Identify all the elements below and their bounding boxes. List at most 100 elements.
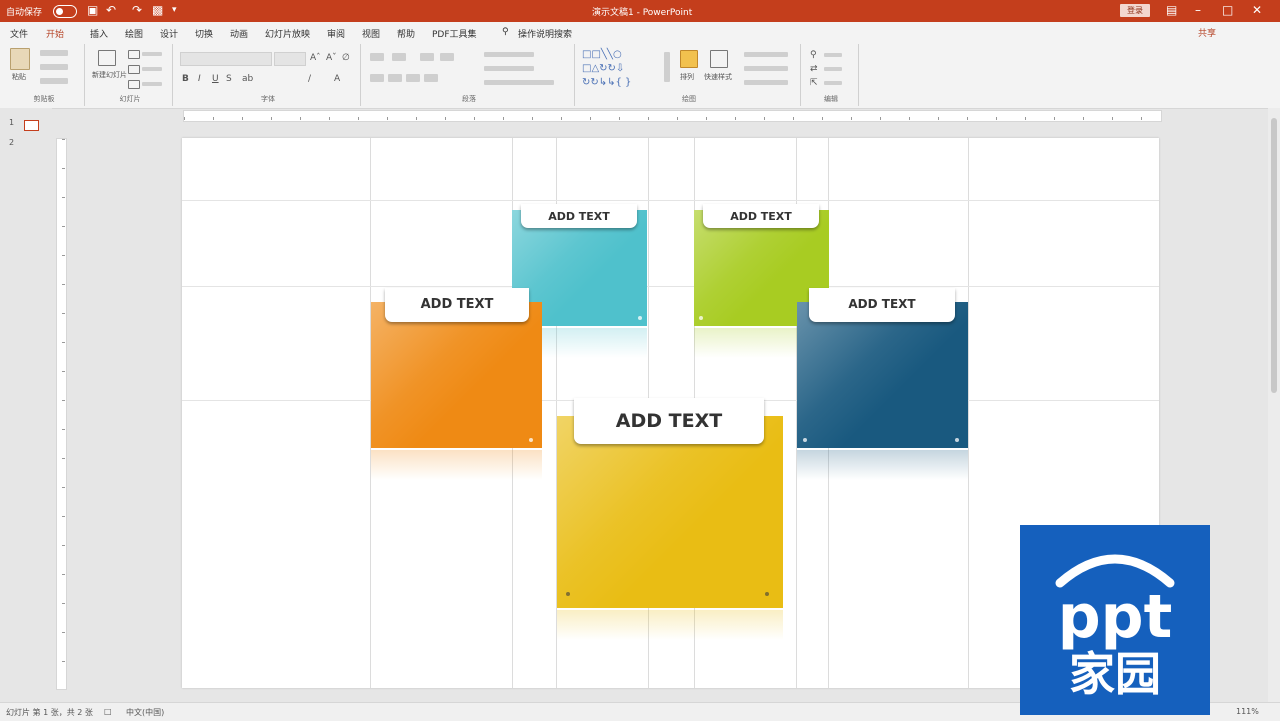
reset-icon[interactable] — [128, 65, 140, 74]
layout-label — [142, 52, 162, 56]
copy-icon[interactable] — [40, 64, 68, 70]
minimize-icon[interactable]: – — [1195, 3, 1201, 17]
tab-transitions[interactable]: 切换 — [195, 27, 213, 40]
tab-draw[interactable]: 绘图 — [125, 27, 143, 40]
vertical-scrollbar[interactable] — [1268, 108, 1280, 702]
highlight-icon[interactable]: ∕ — [308, 74, 311, 84]
thumbnail-number: 1 — [9, 118, 15, 127]
strikethrough-icon[interactable]: ab — [242, 74, 253, 84]
yellow-card-title[interactable]: ADD TEXT — [574, 398, 764, 444]
navy-card-title[interactable]: ADD TEXT — [809, 288, 955, 322]
tab-slideshow[interactable]: 幻灯片放映 — [265, 27, 310, 40]
scrollbar-thumb[interactable] — [1271, 118, 1277, 393]
ribbon-tabs: 文件 开始 插入 绘图 设计 切换 动画 幻灯片放映 审阅 视图 帮助 PDF工… — [0, 22, 1280, 44]
tell-me-search[interactable]: 操作说明搜索 — [518, 27, 572, 40]
undo-icon[interactable]: ↶ — [106, 4, 116, 16]
font-size-select[interactable] — [274, 52, 306, 66]
format-painter-icon[interactable] — [40, 78, 68, 84]
select-icon[interactable]: ⇱ — [810, 78, 818, 88]
section-icon[interactable] — [128, 80, 140, 89]
shapes-gallery-icon[interactable]: □□╲╲○ — [582, 50, 622, 60]
drawing-group-label: 绘图 — [682, 95, 696, 103]
tab-design[interactable]: 设计 — [160, 27, 178, 40]
share-button[interactable]: 共享 — [1198, 26, 1216, 39]
signin-button[interactable]: 登录 — [1120, 4, 1150, 17]
justify-icon[interactable] — [424, 74, 438, 82]
card-rivet — [566, 592, 570, 596]
shape-fill-button[interactable] — [744, 52, 788, 57]
bullets-icon[interactable] — [370, 53, 384, 61]
slide-counter: 幻灯片 第 1 张，共 2 张 — [6, 708, 93, 717]
slide-canvas[interactable]: ADD TEXT ADD TEXT ADD TEXT ADD TEXT ADD … — [182, 138, 1159, 688]
shape-effects-button[interactable] — [744, 80, 788, 85]
maximize-icon[interactable]: □ — [1222, 3, 1233, 17]
align-left-icon[interactable] — [370, 74, 384, 82]
align-right-icon[interactable] — [406, 74, 420, 82]
grow-font-icon[interactable]: Aˆ — [310, 53, 321, 63]
font-name-select[interactable] — [180, 52, 272, 66]
orange-card[interactable]: ADD TEXT — [371, 288, 542, 480]
underline-icon[interactable]: U — [212, 74, 219, 84]
autosave-toggle[interactable] — [53, 5, 77, 18]
orange-card-title[interactable]: ADD TEXT — [385, 288, 529, 322]
shrink-font-icon[interactable]: Aˇ — [326, 53, 337, 63]
close-icon[interactable]: ✕ — [1252, 3, 1262, 17]
start-presentation-icon[interactable]: ▩ — [152, 4, 163, 16]
ribbon: 粘贴 剪贴板 新建幻灯片 幻灯片 Aˆ Aˇ ∅ B I U S ab ∕ A … — [0, 42, 1280, 109]
layout-icon[interactable] — [128, 50, 140, 59]
decrease-indent-icon[interactable] — [420, 53, 434, 61]
align-center-icon[interactable] — [388, 74, 402, 82]
tab-animations[interactable]: 动画 — [230, 27, 248, 40]
green-card-title[interactable]: ADD TEXT — [703, 204, 819, 228]
yellow-card[interactable]: ADD TEXT — [557, 398, 783, 640]
redo-icon[interactable]: ↷ — [132, 4, 142, 16]
card-rivet — [529, 438, 533, 442]
slide-thumbnail[interactable] — [24, 120, 39, 131]
card-rivet — [638, 316, 642, 320]
zoom-level[interactable]: 111% — [1236, 707, 1259, 716]
drawing-group: □□╲╲○ □△↻↻⇩ ↻↻↳↳{ } 排列 快速样式 绘图 — [578, 44, 801, 106]
shapes-gallery-row2-icon[interactable]: □△↻↻⇩ — [582, 64, 624, 74]
paste-icon[interactable] — [10, 48, 30, 70]
font-group-label: 字体 — [261, 95, 275, 103]
cut-icon[interactable] — [40, 50, 68, 56]
new-slide-label: 新建幻灯片 — [92, 71, 127, 79]
tab-file[interactable]: 文件 — [10, 27, 28, 40]
increase-indent-icon[interactable] — [440, 53, 454, 61]
shapes-more-icon[interactable] — [664, 52, 670, 82]
language-status[interactable]: 中文(中国) — [126, 707, 164, 718]
arrange-label: 排列 — [680, 73, 694, 81]
convert-smartart-button[interactable] — [484, 80, 554, 85]
search-icon[interactable]: ⚲ — [502, 27, 509, 37]
shape-outline-button[interactable] — [744, 66, 788, 71]
navy-card[interactable]: ADD TEXT — [797, 288, 968, 480]
tab-view[interactable]: 视图 — [362, 27, 380, 40]
teal-card-title[interactable]: ADD TEXT — [521, 204, 637, 228]
tab-insert[interactable]: 插入 — [90, 27, 108, 40]
replace-icon[interactable]: ⇄ — [810, 64, 818, 74]
tab-review[interactable]: 审阅 — [327, 27, 345, 40]
save-icon[interactable]: ▣ — [87, 4, 98, 16]
find-icon[interactable]: ⚲ — [810, 50, 817, 60]
clear-format-icon[interactable]: ∅ — [342, 53, 350, 63]
shapes-gallery-row3-icon[interactable]: ↻↻↳↳{ } — [582, 78, 631, 88]
arrange-icon[interactable] — [680, 50, 698, 68]
guide-line — [968, 138, 969, 688]
ribbon-display-icon[interactable]: ▤ — [1166, 3, 1177, 17]
italic-icon[interactable]: I — [198, 74, 201, 84]
tab-help[interactable]: 帮助 — [397, 27, 415, 40]
new-slide-icon[interactable] — [98, 50, 116, 66]
numbering-icon[interactable] — [392, 53, 406, 61]
replace-label — [824, 67, 842, 71]
font-color-icon[interactable]: A — [334, 74, 340, 84]
shadow-icon[interactable]: S — [226, 74, 232, 84]
text-direction-button[interactable] — [484, 52, 534, 57]
bold-icon[interactable]: B — [182, 74, 189, 84]
customize-icon[interactable]: ▾ — [172, 4, 177, 16]
align-text-button[interactable] — [484, 66, 534, 71]
paragraph-group-label: 段落 — [462, 95, 476, 103]
accessibility-icon[interactable]: □ — [104, 707, 112, 716]
logo-roof — [1055, 554, 1175, 588]
tab-pdf-tools[interactable]: PDF工具集 — [432, 27, 477, 40]
quick-styles-icon[interactable] — [710, 50, 728, 68]
